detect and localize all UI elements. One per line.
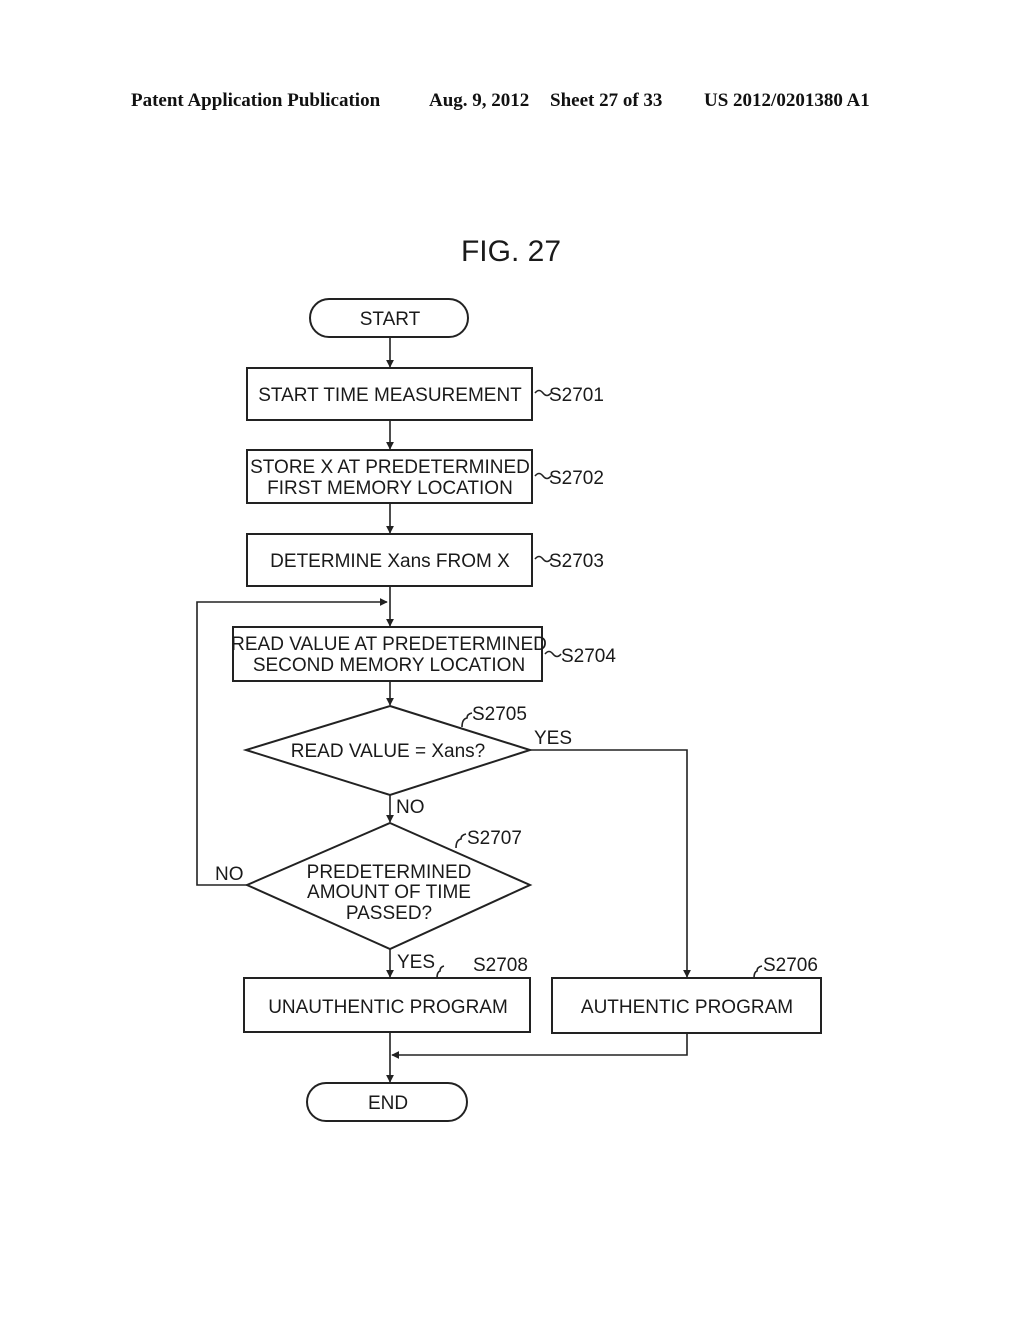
label-no-s2705: NO: [396, 797, 425, 818]
ref-s2702: S2702: [549, 468, 604, 489]
ref-s2705: S2705: [472, 704, 527, 725]
node-s2706-text: AUTHENTIC PROGRAM: [581, 997, 793, 1018]
node-s2708-text: UNAUTHENTIC PROGRAM: [268, 997, 508, 1018]
node-s2702-text-line1: STORE X AT PREDETERMINED: [250, 457, 530, 478]
node-s2705-text: READ VALUE = Xans?: [291, 741, 486, 762]
label-yes-s2707: YES: [397, 952, 435, 973]
node-s2705: READ VALUE = Xans? S2705 YES NO: [242, 704, 572, 818]
node-s2702: STORE X AT PREDETERMINED FIRST MEMORY LO…: [246, 449, 604, 504]
ref-s2703: S2703: [549, 551, 604, 572]
node-s2708: UNAUTHENTIC PROGRAM S2708: [243, 955, 531, 1033]
node-s2704-text-line1: READ VALUE AT PREDETERMINED: [231, 634, 547, 655]
node-s2704: READ VALUE AT PREDETERMINED SECOND MEMOR…: [231, 626, 616, 682]
connectors: [196, 337, 691, 1083]
ref-s2707: S2707: [467, 828, 522, 849]
node-s2701: START TIME MEASUREMENT S2701: [246, 367, 604, 421]
edge-s2705-s2706-yes: [530, 749, 691, 978]
node-end-text: END: [368, 1093, 408, 1114]
node-s2701-text: START TIME MEASUREMENT: [258, 385, 522, 406]
node-start: START: [309, 298, 469, 338]
figure-title: FIG. 27: [461, 235, 561, 268]
node-s2707-text-line1: PREDETERMINED: [307, 862, 472, 883]
node-s2707-text-line2: AMOUNT OF TIME: [307, 882, 471, 903]
node-s2707-text-line3: PASSED?: [346, 903, 432, 924]
ref-s2706: S2706: [763, 955, 818, 976]
node-s2703: DETERMINE Xans FROM X S2703: [246, 533, 604, 587]
ref-s2701: S2701: [549, 385, 604, 406]
label-yes-s2705: YES: [534, 728, 572, 749]
flowchart: FIG. 27 START START TIME MEASUREMENT S27…: [196, 235, 822, 1122]
node-s2703-text: DETERMINE Xans FROM X: [270, 551, 510, 572]
label-no-s2707: NO: [215, 864, 244, 885]
node-end: END: [306, 1082, 468, 1122]
node-start-text: START: [360, 309, 421, 330]
edge-s2706-merge: [391, 1033, 688, 1059]
ref-s2708: S2708: [473, 955, 528, 976]
node-s2704-text-line2: SECOND MEMORY LOCATION: [253, 655, 525, 676]
ref-s2704: S2704: [561, 646, 616, 667]
node-s2702-text-line2: FIRST MEMORY LOCATION: [267, 478, 513, 499]
node-s2707: PREDETERMINED AMOUNT OF TIME PASSED? S27…: [215, 821, 533, 973]
